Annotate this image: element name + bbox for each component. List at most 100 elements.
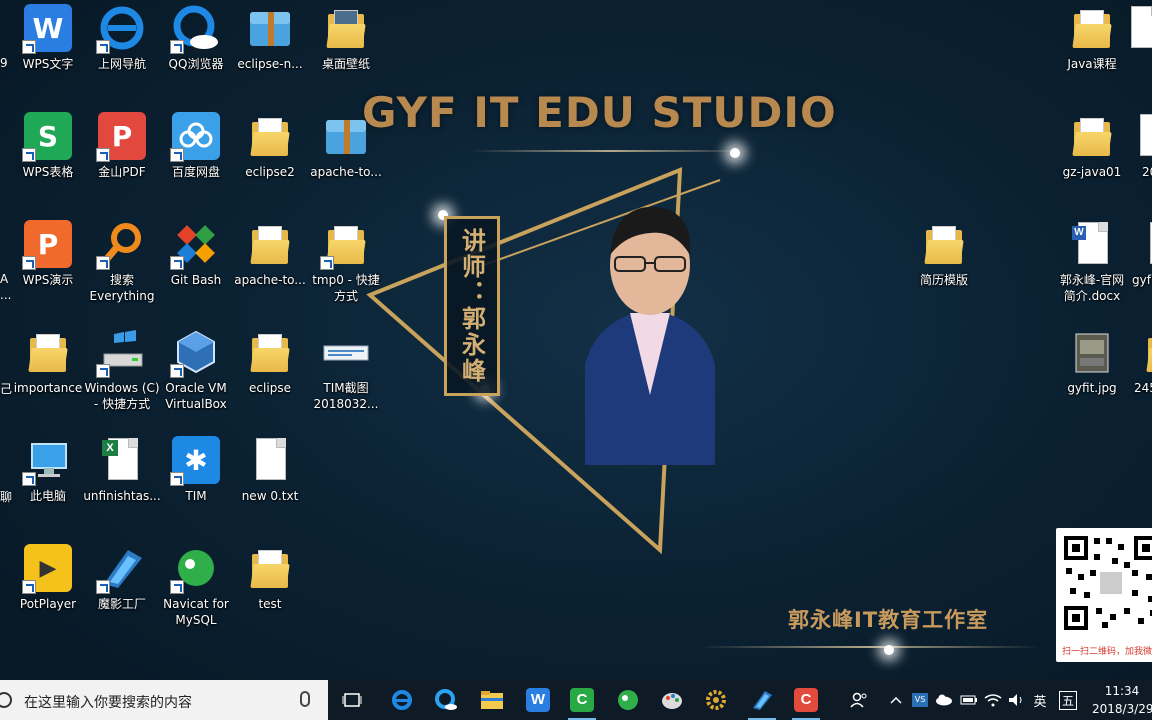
edge-browser-icon	[392, 690, 412, 710]
desktop-icon-gz-java01[interactable]: gz-java01	[1056, 108, 1128, 208]
desktop-icon-apache-to-1[interactable]: apache-to...	[310, 108, 382, 208]
desktop: GYF IT EDU STUDIO 讲师：郭永峰 郭永峰IT教育工作室 扫一扫二…	[0, 0, 1152, 680]
battery-icon	[960, 695, 977, 705]
clock-date: 2018/3/29	[1092, 702, 1152, 716]
desktop-icon-wps-present[interactable]: P WPS演示	[12, 216, 84, 316]
taskbar-qq-browser[interactable]	[426, 680, 466, 720]
text-file-icon	[256, 438, 286, 480]
taskbar-settings-app[interactable]	[696, 680, 736, 720]
desktop-icon-potplayer[interactable]: ▶ PotPlayer	[12, 540, 84, 640]
sparkle	[730, 148, 740, 158]
folder-icon	[1072, 10, 1112, 48]
moying-factory-icon	[753, 691, 772, 710]
desktop-icon-jinshan-pdf[interactable]: P 金山PDF	[86, 108, 158, 208]
taskbar-moying[interactable]	[742, 680, 782, 720]
desktop-icon-eclipse2[interactable]: eclipse2	[234, 108, 306, 208]
shortcut-arrow-icon	[22, 256, 36, 270]
desktop-icon-apache-to-2[interactable]: apache-to...	[234, 216, 306, 316]
tray-onedrive[interactable]	[934, 680, 954, 720]
desktop-icon-git-bash[interactable]: Git Bash	[160, 216, 232, 316]
icon-label: gyf	[1132, 273, 1151, 287]
desktop-icon-moying[interactable]: 魔影工厂	[86, 540, 158, 640]
icon-label: unfinishtas...	[83, 489, 161, 503]
taskbar-navicat[interactable]	[608, 680, 648, 720]
shortcut-arrow-icon	[170, 364, 184, 378]
file-icon	[1131, 6, 1152, 48]
shortcut-arrow-icon	[96, 364, 110, 378]
desktop-icon-resume-template[interactable]: 简历模版	[908, 216, 980, 316]
lecturer-photo	[585, 206, 715, 465]
microphone-icon[interactable]	[300, 691, 310, 707]
folder-icon	[481, 691, 503, 709]
taskbar-camtasia-recorder[interactable]: C	[786, 680, 826, 720]
search-icon	[0, 692, 12, 708]
desktop-icon-cutoff-20[interactable]: 20	[1120, 108, 1152, 208]
shortcut-arrow-icon	[170, 40, 184, 54]
qr-code-card: 扫一扫二维码，加我微	[1056, 528, 1152, 662]
taskbar-file-explorer[interactable]	[472, 680, 512, 720]
desktop-icon-eclipse[interactable]: eclipse	[234, 324, 306, 424]
desktop-icon-cutoff-245[interactable]: 245	[1126, 324, 1152, 424]
desktop-icon-new-txt[interactable]: new 0.txt	[234, 432, 306, 532]
shortcut-arrow-icon	[96, 256, 110, 270]
tray-wifi[interactable]	[982, 680, 1004, 720]
desktop-icon-everything[interactable]: 搜索 Everything	[86, 216, 158, 316]
desktop-icon-eclipse-n[interactable]: eclipse-n...	[234, 0, 306, 100]
desktop-icon-windows-c[interactable]: Windows (C) - 快捷方式	[84, 324, 160, 424]
ime-language[interactable]: 英	[1030, 680, 1050, 720]
ime-mode-label: 五	[1058, 690, 1077, 710]
desktop-icon-importance[interactable]: importance	[12, 324, 84, 424]
icon-label: 桌面壁纸	[321, 57, 370, 71]
taskbar-camtasia[interactable]: C	[562, 680, 602, 720]
icon-label: 245	[1134, 381, 1152, 395]
desktop-icon-virtualbox[interactable]: Oracle VM VirtualBox	[160, 324, 232, 424]
tray-volume[interactable]	[1006, 680, 1028, 720]
folder-icon	[924, 226, 964, 264]
task-view-icon	[342, 693, 362, 707]
taskbar-edge[interactable]	[382, 680, 422, 720]
desktop-icon-baidu-pan[interactable]: 百度网盘	[160, 108, 232, 208]
desktop-icon-wps-sheets[interactable]: S WPS表格	[12, 108, 84, 208]
taskbar-wps-writer[interactable]: W	[518, 680, 558, 720]
people-button[interactable]	[846, 680, 872, 720]
desktop-icon-tmp0[interactable]: tmp0 - 快捷 方式	[310, 216, 382, 316]
shortcut-arrow-icon	[96, 580, 110, 594]
shortcut-arrow-icon	[22, 40, 36, 54]
desktop-icon-navicat[interactable]: Navicat for MySQL	[160, 540, 232, 640]
paint-palette-icon	[662, 693, 682, 709]
desktop-icon-cutoff[interactable]	[1130, 0, 1152, 100]
tray-battery[interactable]	[958, 680, 980, 720]
studio-name-chinese: 郭永峰IT教育工作室	[788, 608, 989, 632]
tray-vb-app[interactable]: VS	[910, 680, 930, 720]
ime-mode[interactable]: 五	[1056, 680, 1080, 720]
tray-overflow-button[interactable]	[888, 680, 904, 720]
taskbar-search-box[interactable]: 在这里输入你要搜索的内容	[0, 680, 328, 720]
icon-label: new 0.txt	[241, 489, 299, 503]
excel-badge-icon: X	[102, 440, 118, 456]
taskbar-paint[interactable]	[652, 680, 692, 720]
desktop-icon-wps-writer[interactable]: W WPS文字	[12, 0, 84, 100]
taskbar: 在这里输入你要搜索的内容 W C C VS 英 五 11:34 2018/3/2…	[0, 680, 1152, 720]
icon-label: Windows (C) - 快捷方式	[84, 381, 160, 411]
desktop-icon-java-course[interactable]: Java课程	[1056, 0, 1128, 100]
desktop-icon-unfinished[interactable]: X unfinishtas...	[83, 432, 161, 532]
desktop-icon-cutoff-gyf[interactable]: gyf	[1126, 216, 1152, 316]
desktop-icon-tim-screenshot[interactable]: TIM截图 2018032...	[310, 324, 382, 424]
desktop-icon-wallpaper-folder[interactable]: 桌面壁纸	[310, 0, 382, 100]
desktop-icon-gyfit-jpg[interactable]: gyfit.jpg	[1056, 324, 1128, 424]
file-icon	[1140, 114, 1152, 156]
qr-caption: 扫一扫二维码，加我微	[1062, 647, 1152, 657]
qr-code-icon	[1062, 534, 1152, 632]
desktop-icon-test[interactable]: test	[234, 540, 306, 640]
desktop-icon-web-nav[interactable]: 上网导航	[86, 0, 158, 100]
desktop-icon-this-pc[interactable]: 此电脑	[12, 432, 84, 532]
desktop-icon-intro-docx[interactable]: W 郭永峰-官网 简介.docx	[1056, 216, 1128, 316]
desktop-icon-tim[interactable]: ✱ TIM	[160, 432, 232, 532]
clock-time: 11:34	[1104, 684, 1140, 698]
folder-icon	[250, 550, 290, 588]
desktop-icon-qq-browser[interactable]: QQ浏览器	[160, 0, 232, 100]
icon-label: 郭永峰-官网 简介.docx	[1059, 273, 1125, 303]
taskbar-clock[interactable]: 11:34 2018/3/29	[1092, 682, 1152, 718]
task-view-button[interactable]	[332, 680, 372, 720]
icon-label: tmp0 - 快捷 方式	[312, 273, 380, 303]
